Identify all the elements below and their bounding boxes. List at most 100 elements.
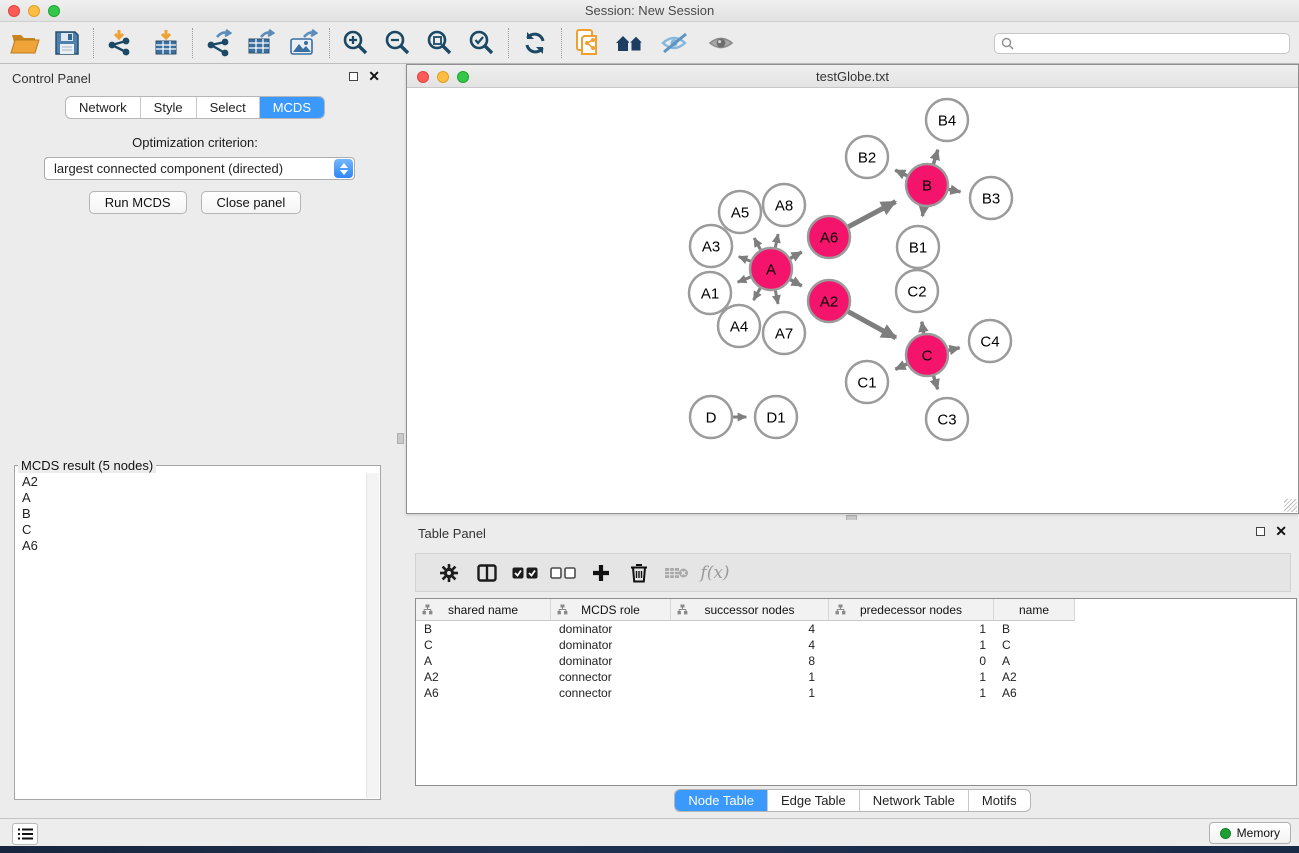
table-row[interactable]: Cdominator41C	[416, 637, 1296, 653]
export-network-icon[interactable]	[202, 27, 236, 59]
network-canvas[interactable]: B4B2BB3A5A8A6B1A3AC2A1A2A4A7C4CC1DD1C3	[407, 88, 1298, 513]
tab-motifs[interactable]: Motifs	[969, 790, 1030, 811]
settings-gear-icon[interactable]	[430, 558, 468, 588]
window-resize-grip[interactable]	[1284, 499, 1297, 512]
table-cell[interactable]: A	[994, 653, 1075, 669]
export-image-icon[interactable]	[286, 27, 320, 59]
table-cell[interactable]: connector	[551, 669, 671, 685]
table-cell[interactable]: 1	[671, 669, 829, 685]
close-table-panel-icon[interactable]: ✕	[1275, 526, 1287, 536]
table-cell[interactable]: B	[416, 621, 551, 637]
tab-edge-table[interactable]: Edge Table	[768, 790, 860, 811]
table-cell[interactable]: 1	[829, 669, 994, 685]
table-row[interactable]: A2connector11A2	[416, 669, 1296, 685]
memory-button[interactable]: Memory	[1209, 822, 1291, 844]
show-all-icon[interactable]	[705, 27, 739, 59]
criterion-dropdown[interactable]: largest connected component (directed)	[44, 157, 355, 180]
search-input[interactable]	[994, 33, 1290, 54]
table-cell[interactable]: A6	[994, 685, 1075, 701]
hide-selected-icon[interactable]	[659, 27, 693, 59]
open-session-icon[interactable]	[8, 27, 42, 59]
graph-edge-A-A1[interactable]	[738, 277, 752, 282]
column-header-name[interactable]: name	[994, 599, 1075, 621]
table-cell[interactable]: 4	[671, 621, 829, 637]
table-cell[interactable]: A	[416, 653, 551, 669]
tab-network[interactable]: Network	[66, 97, 141, 118]
dropdown-stepper-icon[interactable]	[334, 159, 353, 178]
graph-edge-A-A2[interactable]	[789, 279, 801, 286]
graph-edge-B-B3[interactable]	[948, 189, 961, 192]
close-panel-button[interactable]: Close panel	[201, 191, 302, 214]
mcds-result-item[interactable]: B	[22, 506, 366, 522]
mcds-result-item[interactable]: A2	[22, 474, 366, 490]
table-cell[interactable]: connector	[551, 685, 671, 701]
refresh-view-icon[interactable]	[518, 27, 552, 59]
graph-edge-C-C1[interactable]	[895, 364, 907, 370]
table-body[interactable]: Bdominator41BCdominator41CAdominator80AA…	[416, 621, 1296, 701]
tab-select[interactable]: Select	[197, 97, 260, 118]
zoom-selected-icon[interactable]	[465, 27, 499, 59]
tab-network-table[interactable]: Network Table	[860, 790, 969, 811]
table-cell[interactable]: 4	[671, 637, 829, 653]
table-row[interactable]: A6connector11A6	[416, 685, 1296, 701]
table-cell[interactable]: dominator	[551, 637, 671, 653]
mcds-result-item[interactable]: A6	[22, 538, 366, 554]
graph-edge-A-A4[interactable]	[754, 287, 761, 300]
graph-edge-A-A7[interactable]	[775, 290, 778, 304]
graph-edge-A-A8[interactable]	[775, 234, 778, 248]
tab-style[interactable]: Style	[141, 97, 197, 118]
run-mcds-button[interactable]: Run MCDS	[89, 191, 187, 214]
tab-node-table[interactable]: Node Table	[675, 790, 768, 811]
select-all-icon[interactable]	[506, 558, 544, 588]
table-cell[interactable]: C	[994, 637, 1075, 653]
graph-edge-A-A3[interactable]	[739, 257, 752, 262]
table-cell[interactable]: 1	[671, 685, 829, 701]
task-history-button[interactable]	[12, 823, 38, 845]
import-table-icon[interactable]	[149, 27, 183, 59]
graph-edge-B-B2[interactable]	[895, 170, 908, 176]
table-cell[interactable]: 0	[829, 653, 994, 669]
graph-edge-A-A6[interactable]	[789, 252, 801, 259]
table-cell[interactable]: A2	[994, 669, 1075, 685]
vertical-split-grip[interactable]	[397, 433, 404, 444]
first-neighbors-icon[interactable]	[613, 27, 647, 59]
zoom-in-icon[interactable]	[339, 27, 373, 59]
graph-edge-A2-C[interactable]	[847, 311, 896, 338]
delete-table-icon[interactable]	[658, 558, 696, 588]
mcds-result-item[interactable]: A	[22, 490, 366, 506]
table-cell[interactable]: dominator	[551, 621, 671, 637]
tab-mcds[interactable]: MCDS	[260, 97, 324, 118]
table-cell[interactable]: B	[994, 621, 1075, 637]
zoom-out-icon[interactable]	[381, 27, 415, 59]
float-table-panel-icon[interactable]	[1256, 527, 1265, 536]
table-cell[interactable]: 8	[671, 653, 829, 669]
table-cell[interactable]: A2	[416, 669, 551, 685]
table-cell[interactable]: 1	[829, 621, 994, 637]
mcds-result-item[interactable]: C	[22, 522, 366, 538]
save-session-icon[interactable]	[50, 27, 84, 59]
delete-row-icon[interactable]	[620, 558, 658, 588]
table-row[interactable]: Bdominator41B	[416, 621, 1296, 637]
column-header-shared-name[interactable]: shared name	[416, 599, 551, 621]
graph-edge-B-B1[interactable]	[922, 206, 924, 216]
show-columns-icon[interactable]	[468, 558, 506, 588]
deselect-all-icon[interactable]	[544, 558, 582, 588]
float-panel-icon[interactable]	[349, 72, 358, 81]
table-cell[interactable]: C	[416, 637, 551, 653]
column-header-mcds-role[interactable]: MCDS role	[551, 599, 671, 621]
table-cell[interactable]: 1	[829, 685, 994, 701]
function-builder-icon[interactable]: f(x)	[696, 558, 734, 588]
table-cell[interactable]: 1	[829, 637, 994, 653]
export-table-icon[interactable]	[244, 27, 278, 59]
mcds-list-scrollbar[interactable]	[366, 473, 379, 798]
add-row-icon[interactable]	[582, 558, 620, 588]
table-cell[interactable]: A6	[416, 685, 551, 701]
clone-network-icon[interactable]	[571, 27, 605, 59]
column-header-successor-nodes[interactable]: successor nodes	[671, 599, 829, 621]
mcds-result-list[interactable]: A2ABCA6	[16, 473, 366, 798]
node-table[interactable]: shared name MCDS role successor nodes pr…	[415, 598, 1297, 786]
column-header-predecessor-nodes[interactable]: predecessor nodes	[829, 599, 994, 621]
graph-edge-C-C2[interactable]	[922, 322, 924, 334]
network-window-titlebar[interactable]: testGlobe.txt	[407, 65, 1298, 88]
graph-edge-C-C3[interactable]	[933, 375, 937, 389]
